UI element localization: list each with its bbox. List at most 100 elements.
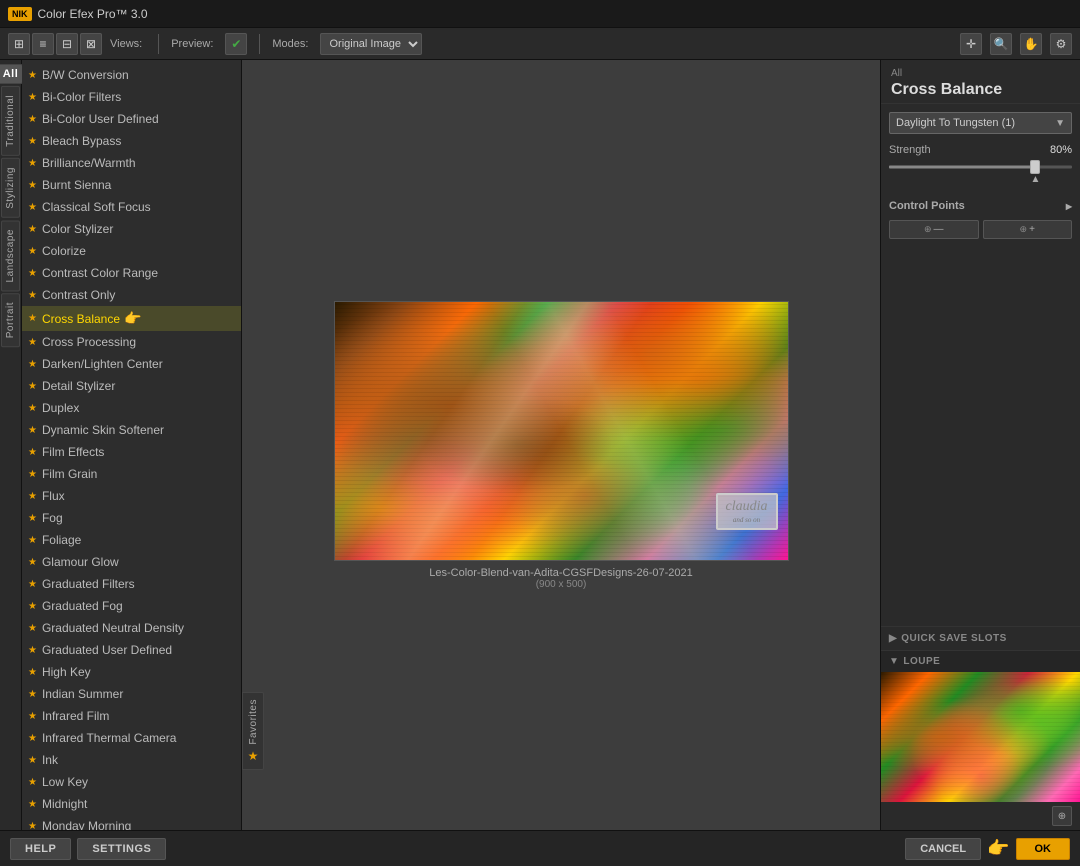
- filter-item-fog[interactable]: ★Fog: [22, 507, 241, 529]
- filter-item-glamour-glow[interactable]: ★Glamour Glow: [22, 551, 241, 573]
- filter-star-icon: ★: [28, 689, 37, 700]
- view-list-btn[interactable]: ≡: [32, 33, 54, 55]
- filter-item-bleach-bypass[interactable]: ★Bleach Bypass: [22, 130, 241, 152]
- filter-item-brilliance-warmth[interactable]: ★Brilliance/Warmth: [22, 152, 241, 174]
- filter-item-cross-balance[interactable]: ★Cross Balance👉: [22, 306, 241, 331]
- filter-item-darken-lighten-center[interactable]: ★Darken/Lighten Center: [22, 353, 241, 375]
- filter-star-icon: ★: [28, 92, 37, 103]
- modes-select[interactable]: Original Image Split Preview: [320, 33, 422, 55]
- toolbar: ⊞ ≡ ⊟ ⊠ Views: Preview: ✔ Modes: Origina…: [0, 28, 1080, 60]
- filter-item-b-w-conversion[interactable]: ★B/W Conversion: [22, 64, 241, 86]
- filter-item-high-key[interactable]: ★High Key: [22, 661, 241, 683]
- filter-item-cross-processing[interactable]: ★Cross Processing: [22, 331, 241, 353]
- pointing-hand-bottom: 👉: [987, 838, 1009, 859]
- title-bar: NIK Color Efex Pro™ 3.0: [0, 0, 1080, 28]
- strength-slider-thumb[interactable]: [1030, 160, 1040, 174]
- filter-item-film-grain[interactable]: ★Film Grain: [22, 463, 241, 485]
- crosshair-icon-btn[interactable]: ✛: [960, 33, 982, 55]
- filter-item-contrast-color-range[interactable]: ★ Contrast Color Range: [22, 262, 241, 284]
- filter-name-label: Flux: [42, 489, 65, 503]
- favorites-tab[interactable]: Favorites ★: [242, 692, 264, 770]
- filter-name-label: Foliage: [42, 533, 81, 547]
- filter-name-label: Contrast Color Range: [42, 266, 158, 280]
- filter-item-burnt-sienna[interactable]: ★Burnt Sienna: [22, 174, 241, 196]
- modes-label: Modes:: [272, 38, 308, 50]
- filter-name-label: Indian Summer: [42, 687, 123, 701]
- filter-item-bi-color-user-defined[interactable]: ★Bi-Color User Defined: [22, 108, 241, 130]
- preview-label: Preview:: [171, 38, 213, 50]
- preset-dropdown[interactable]: Daylight To Tungsten (1) ▼: [889, 112, 1072, 134]
- filter-star-icon: ★: [28, 224, 37, 235]
- filter-item-bi-color-filters[interactable]: ★ Bi-Color Filters: [22, 86, 241, 108]
- filter-name-label: Graduated Filters: [42, 577, 135, 591]
- filter-name-label: Detail Stylizer: [42, 379, 115, 393]
- filter-name-label: Graduated User Defined: [42, 643, 172, 657]
- filter-item-graduated-fog[interactable]: ★Graduated Fog: [22, 595, 241, 617]
- filter-name-label: Cross Balance: [42, 312, 120, 326]
- filter-item-monday-morning[interactable]: ★Monday Morning: [22, 815, 241, 830]
- preview-toggle[interactable]: ✔: [225, 33, 247, 55]
- filter-item-low-key[interactable]: ★Low Key: [22, 771, 241, 793]
- settings-icon-btn[interactable]: ⚙: [1050, 33, 1072, 55]
- view-grid-btn[interactable]: ⊞: [8, 33, 30, 55]
- filter-item-graduated-neutral-density[interactable]: ★Graduated Neutral Density: [22, 617, 241, 639]
- filter-item-duplex[interactable]: ★Duplex: [22, 397, 241, 419]
- preset-dropdown-label: Daylight To Tungsten (1): [896, 117, 1015, 129]
- sidebar-tab-portrait[interactable]: Portrait: [1, 293, 20, 347]
- filter-item-film-effects[interactable]: ★Film Effects: [22, 441, 241, 463]
- view-grid3-btn[interactable]: ⊠: [80, 33, 102, 55]
- bottom-left-buttons: HELP SETTINGS: [10, 838, 166, 860]
- loupe-header[interactable]: ▼ LOUPE: [881, 651, 1080, 672]
- loupe-image: [881, 672, 1080, 802]
- filter-item-midnight[interactable]: ★Midnight: [22, 793, 241, 815]
- image-filename: Les-Color-Blend-van-Adita-CGSFDesigns-26…: [429, 567, 693, 579]
- dropdown-arrow-icon: ▼: [1055, 118, 1065, 129]
- filter-item-indian-summer[interactable]: ★ Indian Summer: [22, 683, 241, 705]
- sidebar-tab-all[interactable]: All: [0, 64, 23, 84]
- filter-star-icon: ★: [28, 777, 37, 788]
- filter-item-contrast-only[interactable]: ★Contrast Only: [22, 284, 241, 306]
- filter-star-icon: ★: [28, 381, 37, 392]
- strength-slider-container: ▲: [889, 160, 1072, 174]
- filter-item-graduated-user-defined[interactable]: ★ Graduated User Defined: [22, 639, 241, 661]
- ok-button[interactable]: OK: [1016, 838, 1071, 860]
- filter-item-infrared-film[interactable]: ★Infrared Film: [22, 705, 241, 727]
- sidebar-tab-traditional[interactable]: Traditional: [1, 86, 20, 156]
- sidebar-tab-stylizing[interactable]: Stylizing: [1, 158, 20, 218]
- filter-item-color-stylizer[interactable]: ★Color Stylizer: [22, 218, 241, 240]
- filter-item-classical-soft-focus[interactable]: ★Classical Soft Focus: [22, 196, 241, 218]
- filter-list-container: ★B/W Conversion ★ Bi-Color Filters ★Bi-Colo…: [22, 60, 242, 830]
- filter-star-icon: ★: [28, 246, 37, 257]
- filter-item-infrared-thermal-camera[interactable]: ★Infrared Thermal Camera: [22, 727, 241, 749]
- filter-item-ink[interactable]: ★Ink: [22, 749, 241, 771]
- cp-minus-btn[interactable]: ⊕ —: [889, 220, 979, 239]
- preview-image-container: claudia and so on Les-Color-Blend-van-Ad…: [334, 301, 789, 590]
- cp-plus-btn[interactable]: ⊕ +: [983, 220, 1073, 239]
- filter-star-icon: ★: [28, 535, 37, 546]
- filter-name-label: Monday Morning: [42, 819, 131, 830]
- hand-icon-btn[interactable]: ✋: [1020, 33, 1042, 55]
- cancel-button[interactable]: CANCEL: [905, 838, 981, 860]
- filter-item-foliage[interactable]: ★ Foliage: [22, 529, 241, 551]
- filter-item-colorize[interactable]: ★Colorize: [22, 240, 241, 262]
- filter-star-icon: ★: [28, 755, 37, 766]
- filter-star-icon: ★: [28, 268, 37, 279]
- quick-save-header[interactable]: ▶ QUICK SAVE SLOTS: [889, 633, 1072, 644]
- control-points-header[interactable]: Control Points ▶: [889, 198, 1072, 214]
- filter-star-icon: ★: [28, 645, 37, 656]
- strength-value: 80%: [1050, 144, 1072, 156]
- view-grid2-btn[interactable]: ⊟: [56, 33, 78, 55]
- settings-button[interactable]: SETTINGS: [77, 838, 166, 860]
- help-button[interactable]: HELP: [10, 838, 71, 860]
- filter-item-dynamic-skin-softener[interactable]: ★Dynamic Skin Softener: [22, 419, 241, 441]
- watermark-text: claudia: [726, 499, 768, 515]
- loupe-zoom-btn[interactable]: ⊕: [1052, 806, 1072, 826]
- filter-item-detail-stylizer[interactable]: ★ Detail Stylizer: [22, 375, 241, 397]
- sidebar-tab-landscape[interactable]: Landscape: [1, 220, 20, 291]
- zoom-icon-btn[interactable]: 🔍: [990, 33, 1012, 55]
- filter-name-label: Bi-Color Filters: [42, 90, 121, 104]
- main-layout: All Traditional Stylizing Landscape Port…: [0, 60, 1080, 830]
- filter-item-flux[interactable]: ★Flux: [22, 485, 241, 507]
- filter-item-graduated-filters[interactable]: ★Graduated Filters: [22, 573, 241, 595]
- filter-name-label: Brilliance/Warmth: [42, 156, 136, 170]
